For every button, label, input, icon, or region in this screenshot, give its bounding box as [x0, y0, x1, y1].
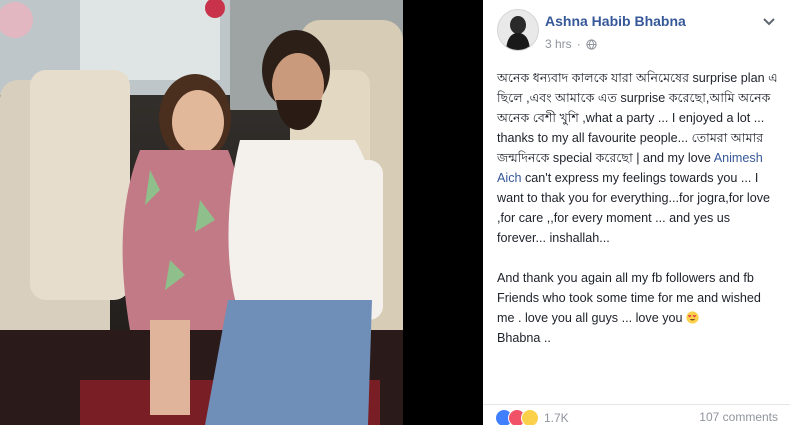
- photo-divider: [403, 0, 483, 425]
- post-time[interactable]: 3 hrs: [545, 37, 572, 51]
- heart-eyes-emoji-icon: [685, 311, 699, 324]
- author-name[interactable]: Ashna Habib Bhabna: [545, 13, 686, 29]
- meta-separator: ·: [576, 37, 581, 51]
- post-meta: 3 hrs ·: [545, 37, 597, 51]
- chevron-down-icon[interactable]: [761, 13, 777, 29]
- post-header: Ashna Habib Bhabna 3 hrs ·: [483, 0, 790, 60]
- wow-reaction-icon: [521, 409, 539, 425]
- post-card: Ashna Habib Bhabna 3 hrs · অনেক ধন্যবাদ …: [483, 0, 790, 425]
- paragraph-2-text: And thank you again all my fb followers …: [497, 271, 761, 325]
- post-footer: 1.7K 107 comments: [483, 404, 790, 425]
- reaction-count: 1.7K: [544, 411, 569, 425]
- comments-count[interactable]: 107 comments: [699, 410, 778, 424]
- reactions-summary[interactable]: 1.7K: [495, 409, 569, 425]
- post-text: অনেক ধন্যবাদ কালকে যারা অনিমেষের surpris…: [497, 68, 781, 348]
- paragraph-1-end: can't express my feelings towards you ..…: [497, 171, 771, 245]
- avatar[interactable]: [497, 9, 539, 51]
- post-paragraph-2: And thank you again all my fb followers …: [497, 268, 781, 348]
- photo-couple-illustration: [0, 0, 403, 425]
- signature: Bhabna ..: [497, 331, 551, 345]
- post-paragraph-1: অনেক ধন্যবাদ কালকে যারা অনিমেষের surpris…: [497, 68, 781, 248]
- globe-icon: [586, 38, 597, 50]
- post-photo[interactable]: [0, 0, 403, 425]
